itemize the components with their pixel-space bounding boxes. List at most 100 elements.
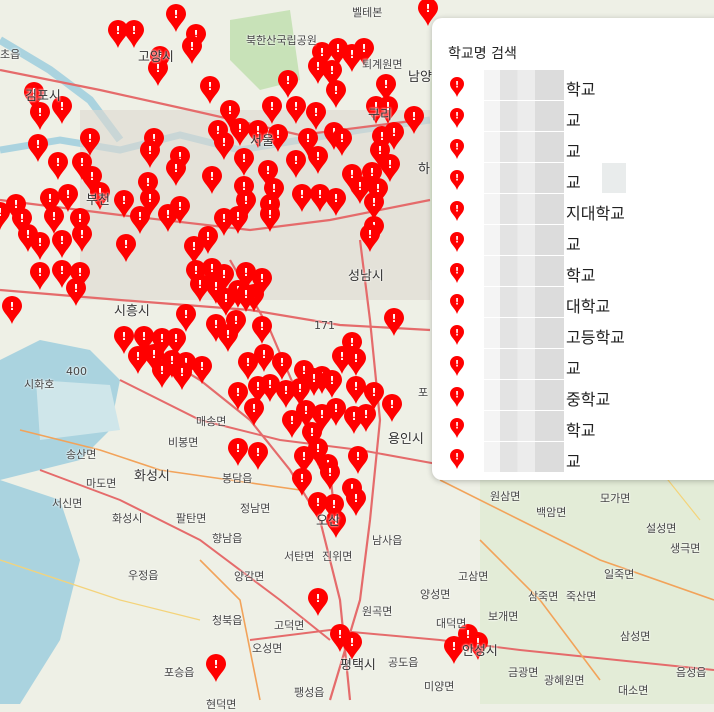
- exclamation-icon: !: [73, 282, 78, 295]
- result-label: 고등학교: [566, 328, 625, 347]
- exclamation-icon: !: [135, 350, 140, 363]
- exclamation-icon: !: [173, 332, 178, 345]
- place-label: 벨테본: [352, 6, 383, 19]
- exclamation-icon: !: [213, 280, 218, 293]
- redacted-name: [484, 287, 564, 317]
- exclamation-icon: !: [165, 208, 170, 221]
- svg-text:!: !: [455, 391, 459, 401]
- exclamation-icon: !: [293, 154, 298, 167]
- exclamation-icon: !: [255, 446, 260, 459]
- redacted-name: [484, 194, 564, 224]
- place-label: 대덕면: [436, 617, 467, 630]
- result-item[interactable]: ! 교: [450, 101, 714, 131]
- exclamation-icon: !: [189, 40, 194, 53]
- exclamation-icon: !: [235, 386, 240, 399]
- exclamation-icon: !: [221, 212, 226, 225]
- exclamation-icon: !: [315, 592, 320, 605]
- exclamation-icon: !: [59, 264, 64, 277]
- redacted-name: [484, 256, 564, 286]
- place-label: 보개면: [488, 610, 519, 623]
- place-label: 고삼면: [458, 570, 489, 583]
- result-label: 교: [566, 359, 581, 378]
- exclamation-icon: !: [89, 170, 94, 183]
- exclamation-icon: !: [209, 170, 214, 183]
- exclamation-icon: !: [221, 136, 226, 149]
- exclamation-icon: !: [275, 128, 280, 141]
- exclamation-icon: !: [121, 330, 126, 343]
- marker-pin-icon: !: [450, 170, 464, 190]
- place-label: 일죽면: [604, 568, 635, 581]
- place-label: 모가면: [600, 492, 631, 505]
- result-item[interactable]: ! 교: [450, 442, 714, 472]
- exclamation-icon: !: [333, 402, 338, 415]
- place-label: 봉담읍: [222, 472, 253, 485]
- exclamation-icon: !: [147, 192, 152, 205]
- place-label: 퇴계원면: [362, 58, 403, 71]
- exclamation-icon: !: [283, 384, 288, 397]
- exclamation-icon: !: [19, 212, 24, 225]
- exclamation-icon: !: [315, 496, 320, 509]
- place-label: 화성시: [134, 469, 170, 484]
- result-item[interactable]: ! 교: [450, 225, 714, 255]
- exclamation-icon: !: [327, 466, 332, 479]
- svg-text:!: !: [455, 360, 459, 370]
- exclamation-icon: !: [267, 378, 272, 391]
- exclamation-icon: !: [179, 366, 184, 379]
- exclamation-icon: !: [289, 414, 294, 427]
- result-label: 학교: [566, 421, 596, 440]
- place-label: 광혜원면: [544, 674, 585, 687]
- result-item[interactable]: ! 학교: [450, 70, 714, 100]
- result-label: 교: [566, 452, 581, 471]
- redacted-name: [484, 132, 564, 162]
- svg-text:!: !: [455, 112, 459, 122]
- exclamation-icon: !: [353, 380, 358, 393]
- place-label: 서탄면: [284, 550, 315, 563]
- marker-pin-icon: !: [450, 232, 464, 252]
- exclamation-icon: !: [411, 110, 416, 123]
- exclamation-icon: !: [213, 318, 218, 331]
- exclamation-icon: !: [213, 658, 218, 671]
- exclamation-icon: !: [261, 348, 266, 361]
- svg-text:!: !: [455, 453, 459, 463]
- result-item[interactable]: ! 학교: [450, 411, 714, 441]
- result-item[interactable]: ! 중학교: [450, 380, 714, 410]
- result-item[interactable]: ! 교: [450, 132, 714, 162]
- exclamation-icon: !: [267, 208, 272, 221]
- result-label: 학교: [566, 266, 596, 285]
- exclamation-icon: !: [309, 426, 314, 439]
- exclamation-icon: !: [55, 156, 60, 169]
- exclamation-icon: !: [123, 238, 128, 251]
- exclamation-icon: !: [259, 272, 264, 285]
- place-label: 하: [418, 162, 430, 177]
- svg-text:!: !: [455, 329, 459, 339]
- result-item[interactable]: ! 대학교: [450, 287, 714, 317]
- result-item[interactable]: ! 교: [450, 349, 714, 379]
- exclamation-icon: !: [351, 410, 356, 423]
- exclamation-icon: !: [315, 150, 320, 163]
- place-label: 팽성읍: [294, 686, 325, 699]
- exclamation-icon: !: [77, 212, 82, 225]
- place-label: 음성읍: [676, 666, 707, 679]
- redacted-suffix: [602, 163, 626, 193]
- exclamation-icon: !: [233, 314, 238, 327]
- result-item[interactable]: ! 교: [450, 163, 714, 193]
- exclamation-icon: !: [159, 332, 164, 345]
- exclamation-icon: !: [317, 188, 322, 201]
- result-item[interactable]: ! 지대학교: [450, 194, 714, 224]
- exclamation-icon: !: [297, 382, 302, 395]
- exclamation-icon: !: [299, 472, 304, 485]
- svg-text:!: !: [455, 267, 459, 277]
- exclamation-icon: !: [303, 404, 308, 417]
- exclamation-icon: !: [315, 442, 320, 455]
- place-label: 평택시: [340, 658, 376, 673]
- exclamation-icon: !: [259, 320, 264, 333]
- school-search-panel: 학교명 검색 ! 학교! 교! 교! 교! 지대학교! 교! 학교! 대학교! 고등학교! 교! 중학…: [432, 18, 714, 480]
- result-item[interactable]: ! 학교: [450, 256, 714, 286]
- exclamation-icon: !: [227, 104, 232, 117]
- result-label: 교: [566, 142, 581, 161]
- exclamation-icon: !: [47, 192, 52, 205]
- exclamation-icon: !: [339, 350, 344, 363]
- result-item[interactable]: ! 고등학교: [450, 318, 714, 348]
- place-label: 서울: [250, 134, 274, 149]
- marker-pin-icon: !: [450, 325, 464, 345]
